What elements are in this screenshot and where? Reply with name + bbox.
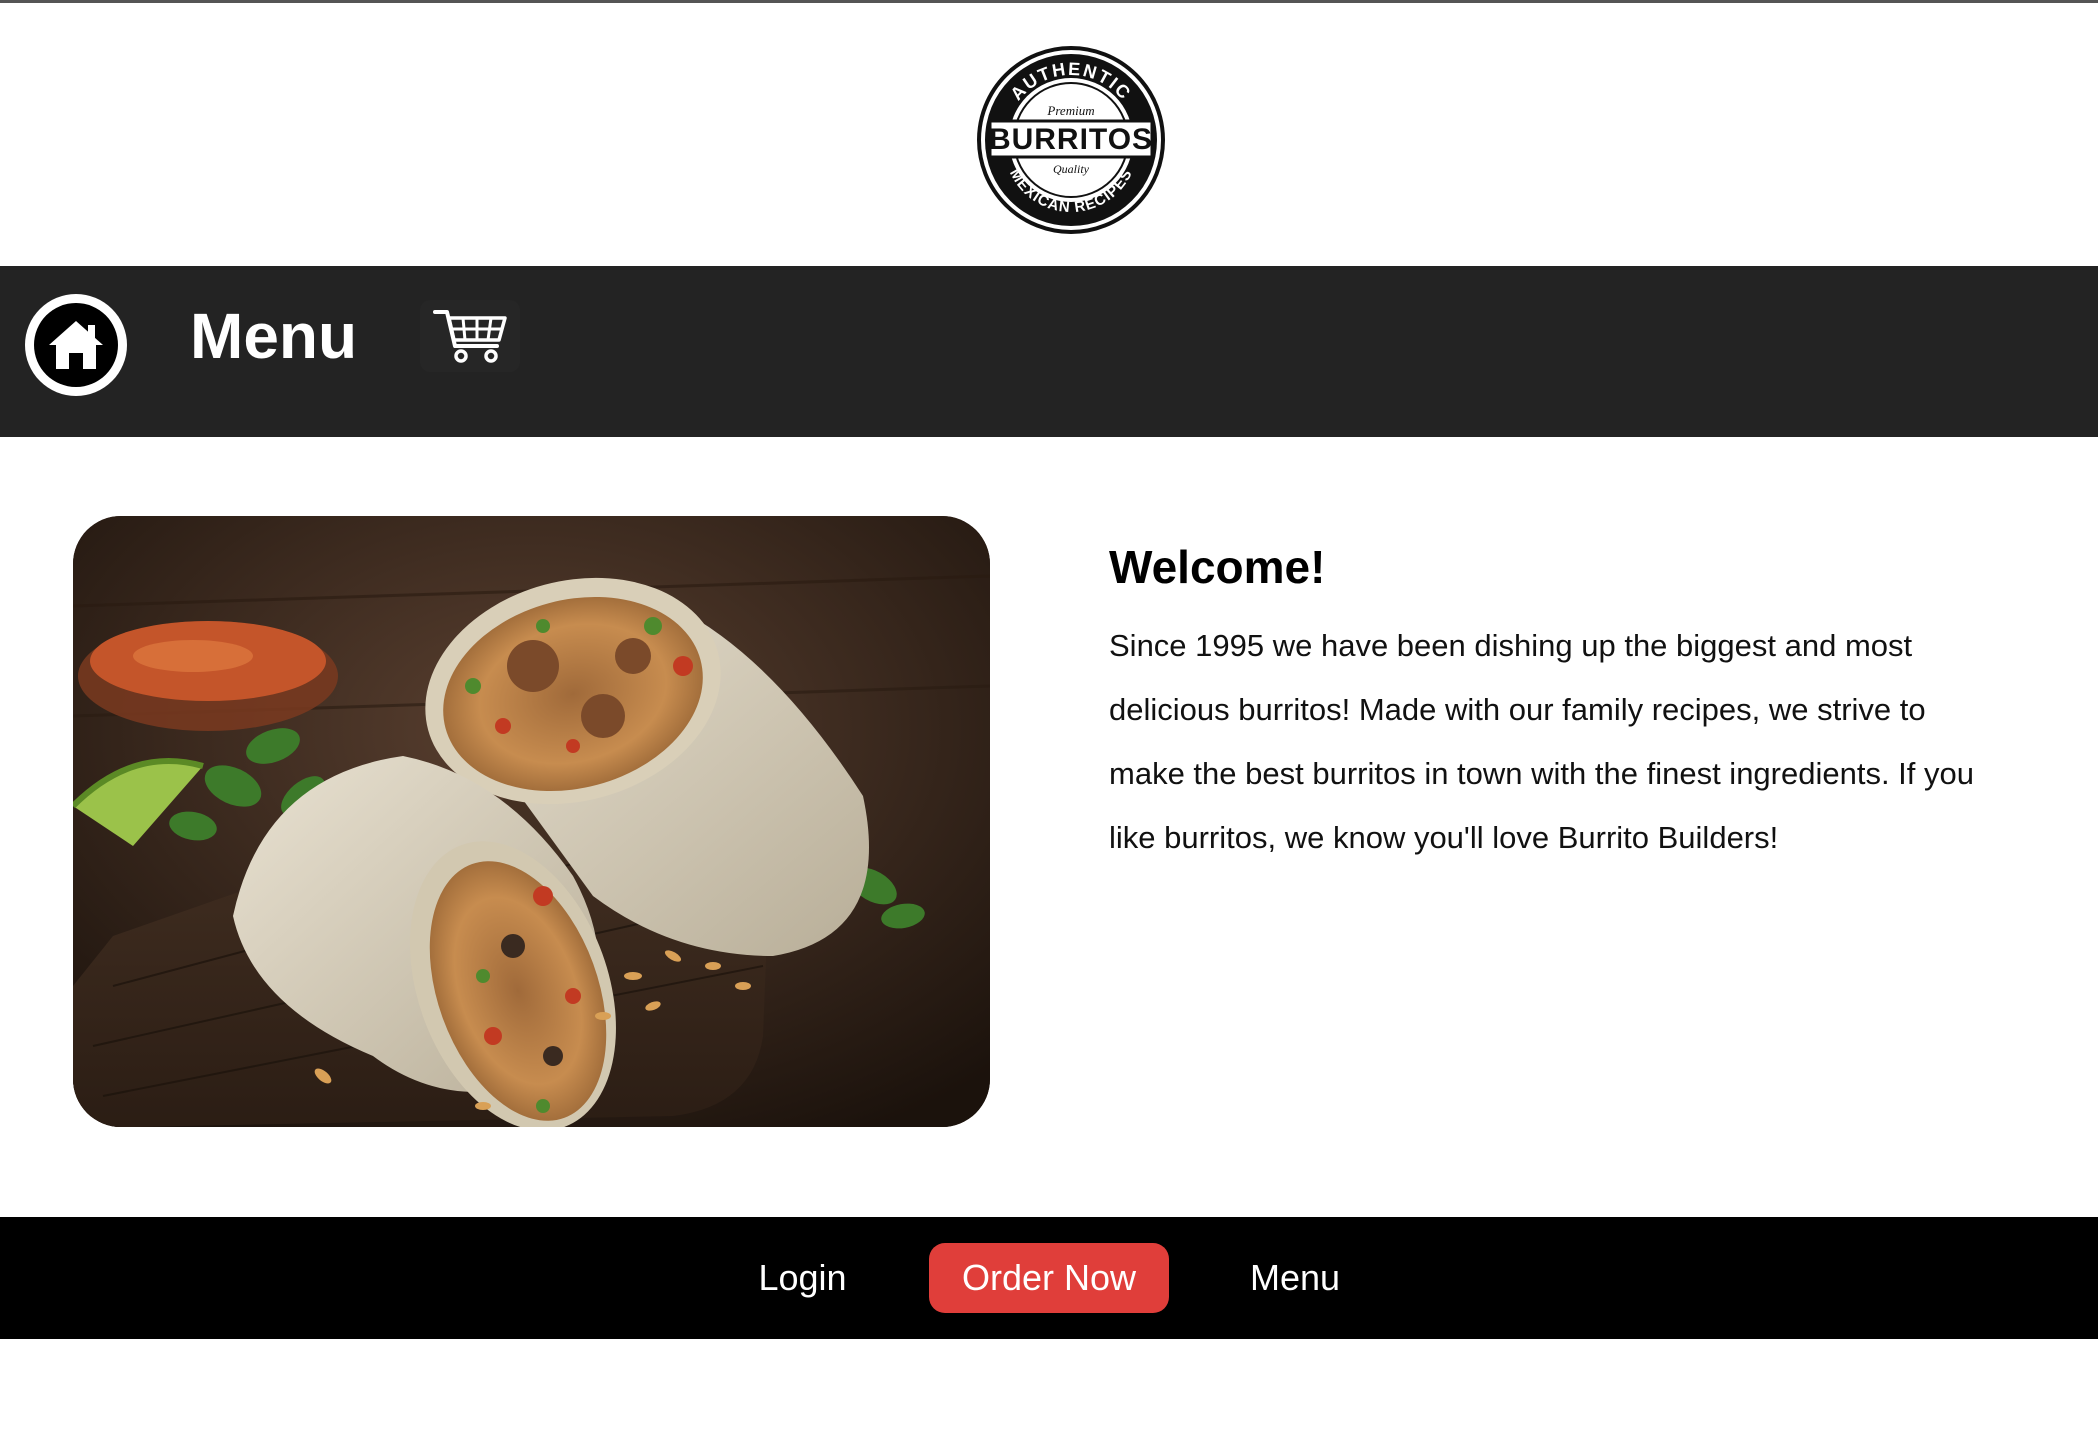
burritos-logo: AUTHENTIC MEXICAN RECIPES Premium BURRIT… xyxy=(976,45,1166,235)
welcome-title: Welcome! xyxy=(1109,541,1326,593)
logo-quality: Quality xyxy=(1053,162,1090,176)
welcome-body: Since 1995 we have been dishing up the b… xyxy=(1109,628,1975,855)
order-now-button[interactable]: Order Now xyxy=(929,1243,1169,1313)
logo-premium: Premium xyxy=(1046,103,1094,118)
burrito-image xyxy=(73,516,990,1127)
nav-menu-link[interactable]: Menu xyxy=(190,298,357,374)
home-button[interactable] xyxy=(25,294,127,396)
page: AUTHENTIC MEXICAN RECIPES Premium BURRIT… xyxy=(0,0,2098,1438)
logo-brand: BURRITOS xyxy=(989,123,1153,156)
home-icon xyxy=(34,303,118,387)
shopping-cart-icon xyxy=(433,310,507,363)
top-divider xyxy=(0,0,2098,3)
login-link[interactable]: Login xyxy=(740,1243,865,1313)
footer-menu-link[interactable]: Menu xyxy=(1235,1243,1355,1313)
cart-button[interactable] xyxy=(420,300,520,372)
